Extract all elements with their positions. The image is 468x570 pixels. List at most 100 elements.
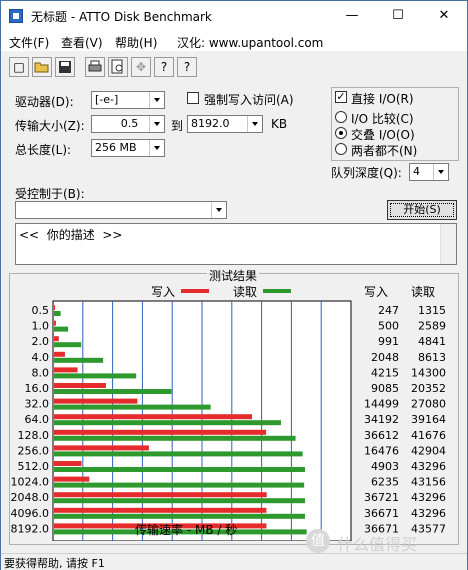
y-category-label: 1024.0 xyxy=(11,476,50,489)
y-category-label: 128.0 xyxy=(18,429,50,442)
overlap-io-radio[interactable] xyxy=(335,127,347,139)
folder-icon xyxy=(34,62,49,73)
start-button-label: 开始(S) xyxy=(403,203,441,216)
floppy-icon xyxy=(59,61,71,73)
menu-localization[interactable]: 汉化: www.upantool.com xyxy=(177,34,323,51)
read-bar xyxy=(54,420,281,426)
read-value-label: 14300 xyxy=(411,366,446,379)
to-label: 到 xyxy=(171,119,184,133)
write-bar xyxy=(54,336,59,342)
watermark-logo: 值 xyxy=(306,529,330,553)
transfer-size-label: 传输大小(Z): xyxy=(15,119,85,133)
write-bar xyxy=(54,429,267,435)
description-textarea[interactable]: << 你的描述 >> xyxy=(15,223,457,265)
y-category-label: 4096.0 xyxy=(11,507,50,520)
drive-label: 驱动器(D): xyxy=(15,95,74,109)
y-category-label: 16.0 xyxy=(25,382,50,395)
minimize-button[interactable]: — xyxy=(329,1,375,31)
y-category-label: 64.0 xyxy=(25,413,50,426)
direct-io-checkbox[interactable]: ✓ xyxy=(335,91,347,103)
write-bar xyxy=(54,492,267,498)
transfer-from-value: 0.5 xyxy=(120,117,139,130)
write-value-label: 4903 xyxy=(371,460,399,473)
toolbar: □ ✥ ? ? xyxy=(1,55,467,79)
neither-radio[interactable] xyxy=(335,143,347,155)
neither-label: 两者都不(N) xyxy=(351,144,418,158)
read-value-label: 42904 xyxy=(411,444,446,457)
read-bar xyxy=(54,498,305,504)
drive-select[interactable]: [-e-] xyxy=(91,91,165,109)
atto-window: 无标题 - ATTO Disk Benchmark — ☐ ✕ 文件(F) 查看… xyxy=(0,0,468,570)
description-scrollbar[interactable] xyxy=(440,224,456,264)
write-bar xyxy=(54,398,138,404)
start-button[interactable]: 开始(S) xyxy=(387,200,457,220)
maximize-button[interactable]: ☐ xyxy=(375,1,421,31)
move-icon[interactable]: ✥ xyxy=(131,57,151,77)
read-value-label: 4841 xyxy=(418,335,446,348)
write-bar xyxy=(54,351,65,357)
menu-file[interactable]: 文件(F) xyxy=(9,34,49,51)
results-chart: 051015202530354045500.524713151.05002589… xyxy=(11,300,446,541)
write-value-label: 16476 xyxy=(364,444,399,457)
force-write-checkbox[interactable] xyxy=(187,92,199,104)
read-value-label: 1315 xyxy=(418,304,446,317)
read-bar xyxy=(54,373,137,379)
y-category-label: 32.0 xyxy=(25,398,50,411)
print-preview-icon[interactable] xyxy=(108,57,128,77)
menu-bar: 文件(F) 查看(V) 帮助(H) 汉化: www.upantool.com xyxy=(1,31,467,51)
queue-depth-select[interactable]: 4 xyxy=(409,163,449,181)
read-bar xyxy=(54,357,104,363)
y-category-label: 256.0 xyxy=(18,444,50,457)
write-bar xyxy=(54,507,267,513)
read-bar xyxy=(54,404,211,410)
y-category-label: 2.0 xyxy=(32,335,50,348)
read-value-label: 8613 xyxy=(418,351,446,364)
print-icon[interactable] xyxy=(85,57,105,77)
magnifier-icon xyxy=(111,59,123,74)
write-value-label: 6235 xyxy=(371,476,399,489)
chevron-down-icon xyxy=(149,140,164,156)
read-bar xyxy=(54,435,296,441)
write-value-label: 36612 xyxy=(364,429,399,442)
read-bar xyxy=(54,389,172,394)
y-category-label: 4.0 xyxy=(32,351,50,364)
io-compare-radio[interactable] xyxy=(335,111,347,123)
close-button[interactable]: ✕ xyxy=(421,1,467,31)
controlled-by-select[interactable] xyxy=(15,201,227,219)
read-value-label: 43156 xyxy=(411,476,446,489)
new-icon[interactable]: □ xyxy=(9,57,29,77)
write-bar xyxy=(54,367,78,373)
context-help-icon[interactable]: ? xyxy=(177,57,197,77)
total-length-label: 总长度(L): xyxy=(15,143,72,157)
total-length-select[interactable]: 256 MB xyxy=(91,139,165,157)
write-value-label: 500 xyxy=(378,320,399,333)
transfer-from-select[interactable]: 0.5 xyxy=(91,115,165,133)
chevron-down-icon xyxy=(211,202,226,218)
write-bar xyxy=(54,320,56,326)
read-value-label: 39164 xyxy=(411,413,446,426)
read-value-label: 27080 xyxy=(411,398,446,411)
status-bar: 要获得帮助, 请按 F1 xyxy=(1,553,467,570)
write-value-label: 14499 xyxy=(364,398,399,411)
title-bar[interactable]: 无标题 - ATTO Disk Benchmark — ☐ ✕ xyxy=(1,1,467,31)
window-title: 无标题 - ATTO Disk Benchmark xyxy=(31,10,212,24)
menu-help[interactable]: 帮助(H) xyxy=(115,34,157,51)
read-bar xyxy=(54,467,305,472)
menu-view[interactable]: 查看(V) xyxy=(61,34,103,51)
help-icon[interactable]: ? xyxy=(154,57,174,77)
queue-depth-label: 队列深度(Q): xyxy=(331,166,402,180)
read-bar xyxy=(54,342,82,348)
description-text: << 你的描述 >> xyxy=(19,228,123,242)
io-compare-label: I/O 比较(C) xyxy=(351,112,414,126)
chevron-down-icon xyxy=(433,164,448,180)
drive-value: [-e-] xyxy=(95,93,119,106)
transfer-to-select[interactable]: 8192.0 xyxy=(187,115,263,133)
save-icon[interactable] xyxy=(55,57,75,77)
write-value-label: 36721 xyxy=(364,491,399,504)
y-category-label: 1.0 xyxy=(32,320,50,333)
y-category-label: 8192.0 xyxy=(11,522,50,535)
read-value-label: 43296 xyxy=(411,491,446,504)
write-bar xyxy=(54,414,253,420)
open-icon[interactable] xyxy=(32,57,52,77)
read-bar xyxy=(54,513,305,519)
